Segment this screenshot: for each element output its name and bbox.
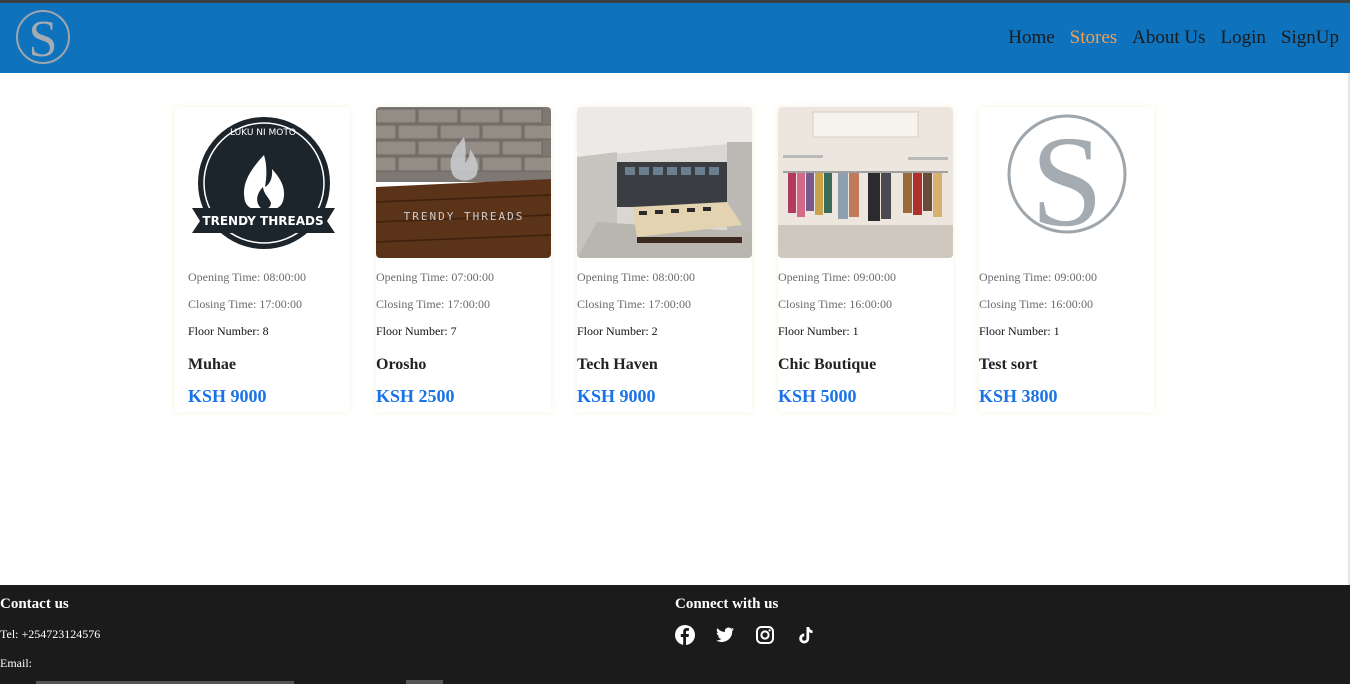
svg-text:LUKU NI MOTO: LUKU NI MOTO (230, 128, 296, 138)
store-card[interactable]: Opening Time: 09:00:00 Closing Time: 16:… (778, 107, 953, 412)
store-card[interactable]: TRENDY THREADS LUKU NI MOTO Opening Time… (175, 107, 350, 412)
store-name[interactable]: Test sort (979, 356, 1038, 374)
trendy-threads-wood-image: TRENDY THREADS (376, 107, 551, 258)
navbar: S Home Stores About Us Login SignUp (0, 3, 1350, 73)
store-card[interactable]: Opening Time: 08:00:00 Closing Time: 17:… (577, 107, 752, 412)
store-price: KSH 3800 (979, 386, 1058, 406)
store-name[interactable]: Chic Boutique (778, 356, 876, 374)
connect-title: Connect with us (675, 596, 779, 612)
svg-text:S: S (29, 11, 58, 66)
tiktok-icon[interactable] (795, 625, 815, 645)
floor-number: Floor Number: 7 (376, 324, 457, 338)
floor-number: Floor Number: 2 (577, 324, 658, 338)
store-price: KSH 2500 (376, 386, 455, 406)
main-nav: Home Stores About Us Login SignUp (993, 26, 1339, 50)
nav-stores[interactable]: Stores (1070, 26, 1118, 50)
contact-email-label: Email: (0, 656, 32, 670)
store-price: KSH 9000 (577, 386, 656, 406)
trendy-threads-logo-image: TRENDY THREADS LUKU NI MOTO (175, 107, 350, 258)
nav-home[interactable]: Home (1008, 26, 1054, 50)
instagram-icon[interactable] (755, 625, 775, 645)
nav-about-us[interactable]: About Us (1132, 26, 1205, 50)
facebook-icon[interactable] (675, 625, 695, 645)
svg-text:TRENDY THREADS: TRENDY THREADS (404, 210, 525, 223)
footer: Contact us Tel: +254723124576 Email: sho… (0, 585, 1350, 684)
opening-time: Opening Time: 08:00:00 (577, 270, 696, 284)
electronics-store-interior-image (577, 107, 752, 258)
svg-text:TRENDY THREADS: TRENDY THREADS (202, 214, 323, 228)
opening-time: Opening Time: 07:00:00 (376, 270, 495, 284)
s-circle-logo-icon[interactable]: S (14, 6, 72, 68)
opening-time: Opening Time: 09:00:00 (778, 270, 897, 284)
closing-time: Closing Time: 17:00:00 (577, 297, 692, 311)
newsletter-button[interactable] (406, 680, 443, 684)
s-circle-logo-image: S (979, 107, 1154, 258)
closing-time: Closing Time: 17:00:00 (376, 297, 491, 311)
store-card[interactable]: S Opening Time: 09:00:00 Closing Time: 1… (979, 107, 1154, 412)
nav-signup[interactable]: SignUp (1281, 26, 1339, 50)
store-list: TRENDY THREADS LUKU NI MOTO Opening Time… (175, 107, 1175, 412)
floor-number: Floor Number: 1 (979, 324, 1060, 338)
store-price: KSH 9000 (188, 386, 267, 406)
contact-email-value[interactable]: shoppers@gmail.com (37, 656, 142, 671)
floor-number: Floor Number: 1 (778, 324, 859, 338)
closing-time: Closing Time: 17:00:00 (188, 297, 303, 311)
store-name[interactable]: Orosho (376, 356, 426, 374)
closing-time: Closing Time: 16:00:00 (778, 297, 893, 311)
nav-login[interactable]: Login (1221, 26, 1266, 50)
opening-time: Opening Time: 09:00:00 (979, 270, 1098, 284)
store-name[interactable]: Muhae (188, 356, 236, 374)
boutique-interior-image (778, 107, 953, 258)
social-links (675, 625, 815, 645)
twitter-icon[interactable] (715, 625, 735, 645)
store-name[interactable]: Tech Haven (577, 356, 658, 374)
floor-number: Floor Number: 8 (188, 324, 269, 338)
contact-tel: Tel: +254723124576 (0, 627, 101, 641)
contact-title: Contact us (0, 596, 69, 612)
svg-text:S: S (1031, 110, 1103, 254)
opening-time: Opening Time: 08:00:00 (188, 270, 307, 284)
closing-time: Closing Time: 16:00:00 (979, 297, 1094, 311)
store-price: KSH 5000 (778, 386, 857, 406)
store-card[interactable]: TRENDY THREADS Opening Time: 07:00:00 Cl… (376, 107, 551, 412)
